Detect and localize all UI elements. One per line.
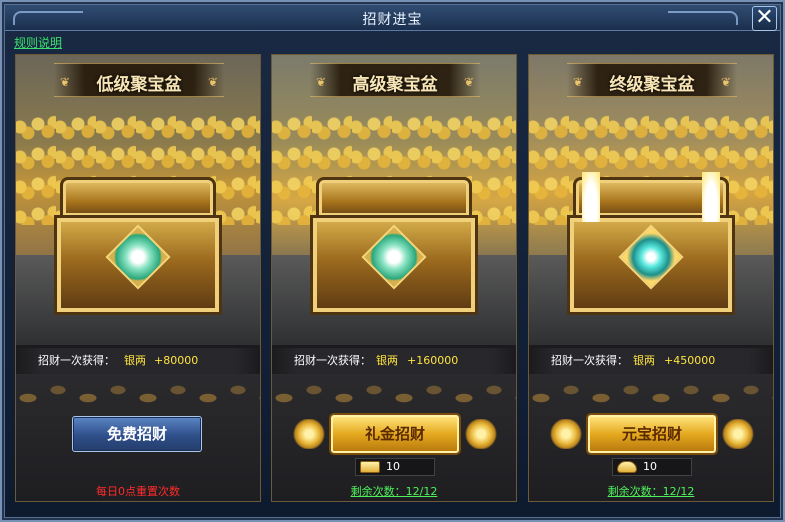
remaining-count: 剩余次数：12/12 [350,485,438,498]
chest-lid [316,177,472,219]
chest-gem-icon [361,224,427,290]
chest-gem-icon [105,224,171,290]
reward-amount: +450000 [664,354,716,367]
button-ornament-icon [292,419,326,449]
yuanbao-fortune-button[interactable]: 元宝招财 [588,415,716,453]
panel-title: 终级聚宝盆 [609,75,695,95]
reset-notice: 每日0点重置次数 [96,485,180,498]
treasure-chest-icon [310,177,478,315]
button-ornament-icon [549,419,583,449]
cost-box: 10 [355,458,435,476]
titlebar: 招财进宝 [5,5,780,31]
chest-lid [60,177,216,219]
close-button[interactable]: ✕ [752,6,777,31]
panel-title: 低级聚宝盆 [96,75,182,95]
panel-basic-bowl: ❦ 低级聚宝盆 ❦ 招财一次获得： 银两 +80000 免费招财 每日0点重置次… [15,54,261,502]
free-fortune-button[interactable]: 免费招财 [72,416,202,452]
chest-body [567,172,735,315]
reward-amount: +160000 [407,354,459,367]
reward-label: 招财一次获得： [38,354,115,367]
reward-amount: +80000 [154,354,199,367]
flame-icon [582,172,600,222]
cost-value: 10 [643,460,657,473]
reward-row: 招财一次获得： 银两 +450000 [529,348,773,374]
cost-box: 10 [612,458,692,476]
panel-title-banner: ❦ 高级聚宝盆 ❦ [310,63,480,97]
flame-icon [702,172,720,222]
panel-advanced-bowl: ❦ 高级聚宝盆 ❦ 招财一次获得： 银两 +160000 礼金招财 10 剩余次… [271,54,517,502]
coin-decoration [529,374,773,414]
treasure-chest-icon [567,172,735,315]
reward-row: 招财一次获得： 银两 +160000 [272,348,516,374]
reward-row: 招财一次获得： 银两 +80000 [16,348,260,374]
yuanbao-ingot-icon [617,461,637,473]
window-title: 招财进宝 [362,12,423,28]
cost-value: 10 [386,460,400,473]
chest-gem-icon [618,224,684,290]
reward-currency: 银两 [633,354,655,367]
panel-title: 高级聚宝盆 [352,75,438,95]
panel-ultimate-bowl: ❦ 终级聚宝盆 ❦ 招财一次获得： 银两 +450000 元宝招财 10 剩余次… [528,54,774,502]
treasure-chest-icon [54,177,222,315]
reward-label: 招财一次获得： [551,354,628,367]
coin-decoration [272,374,516,414]
gold-ingot-icon [360,461,380,473]
remaining-count: 剩余次数：12/12 [607,485,695,498]
rules-link[interactable]: 规则说明 [14,34,62,51]
button-ornament-icon [464,419,498,449]
reward-currency: 银两 [124,354,146,367]
ornament-icon: ❦ [463,75,474,89]
ornament-icon: ❦ [720,75,731,89]
chest-body [54,215,222,315]
reward-label: 招财一次获得： [294,354,371,367]
reward-currency: 银两 [376,354,398,367]
coin-decoration [16,374,260,414]
button-ornament-icon [721,419,755,449]
gift-gold-fortune-button[interactable]: 礼金招财 [331,415,459,453]
panel-title-banner: ❦ 终级聚宝盆 ❦ [567,63,737,97]
ornament-icon: ❦ [207,75,218,89]
panel-title-banner: ❦ 低级聚宝盆 ❦ [54,63,224,97]
chest-body [310,215,478,315]
treasure-window: 招财进宝 ✕ 规则说明 ❦ 低级聚宝盆 ❦ 招财一次获得： 银两 +80000 … [0,0,785,522]
